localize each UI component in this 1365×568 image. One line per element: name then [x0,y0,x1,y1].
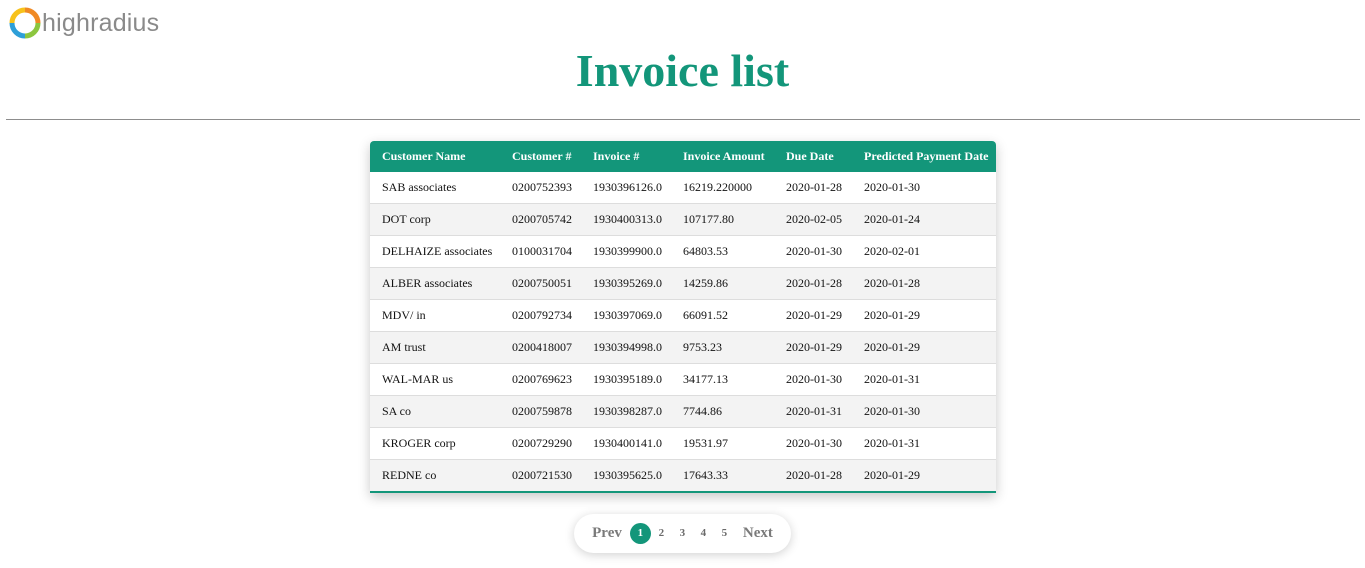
page-numbers: 12345 [629,523,735,544]
table-cell: 1930395189.0 [581,363,671,396]
table-cell: MDV/ in [370,299,500,332]
prev-button[interactable]: Prev [584,525,630,542]
next-button[interactable]: Next [735,525,781,542]
table-cell: 107177.80 [671,203,774,236]
table-cell: 2020-01-29 [852,459,996,491]
table-cell: 2020-01-31 [852,427,996,460]
table-cell: 2020-01-28 [774,172,852,204]
table-header-row: Customer Name Customer # Invoice # Invoice … [370,141,996,172]
column-header[interactable]: Invoice # [581,141,671,172]
column-header[interactable]: Predicted Payment Date [852,141,996,172]
table-row[interactable]: DELHAIZE associates 0100031704 1930399900.… [370,235,996,268]
column-header[interactable]: Due Date [774,141,852,172]
brand-name: highradius [42,9,160,37]
table-row[interactable]: SA co 0200759878 1930398287.0 7744.86 2020-0… [370,395,996,428]
table-cell: 2020-01-30 [774,235,852,268]
pagination: Prev 12345 Next [574,514,791,553]
column-header[interactable]: Invoice Amount [671,141,774,172]
table-cell: 0200750051 [500,267,581,300]
table-cell: 0200729290 [500,427,581,460]
table-cell: 1930400141.0 [581,427,671,460]
table-cell: 9753.23 [671,331,774,364]
table-body: SAB associates 0200752393 1930396126.0 1621… [370,172,996,491]
table-cell: 0200759878 [500,395,581,428]
table-cell: REDNE co [370,459,500,491]
page-number-button[interactable]: 1 [629,523,651,544]
table-cell: 2020-01-29 [852,299,996,332]
table-cell: 2020-01-30 [774,427,852,460]
table-cell: 34177.13 [671,363,774,396]
table-cell: 1930395269.0 [581,267,671,300]
table-cell: 66091.52 [671,299,774,332]
table-row[interactable]: REDNE co 0200721530 1930395625.0 17643.33 20… [370,459,996,491]
table-row[interactable]: SAB associates 0200752393 1930396126.0 1621… [370,172,996,204]
table-row[interactable]: KROGER corp 0200729290 1930400141.0 19531.9… [370,427,996,460]
table-row[interactable]: AM trust 0200418007 1930394998.0 9753.23 202… [370,331,996,364]
table-cell: SAB associates [370,172,500,204]
table-cell: 0200752393 [500,172,581,204]
table-cell: 17643.33 [671,459,774,491]
table-cell: 0200792734 [500,299,581,332]
table-row[interactable]: ALBER associates 0200750051 1930395269.0 14… [370,267,996,300]
table-cell: 2020-01-28 [852,267,996,300]
table-cell: 2020-01-30 [852,395,996,428]
table-cell: 2020-01-29 [774,331,852,364]
table-cell: 2020-01-28 [774,459,852,491]
page-number-button[interactable]: 5 [714,523,735,544]
column-header[interactable]: Customer Name [370,141,500,172]
invoice-table: Customer Name Customer # Invoice # Invoice … [370,141,996,491]
table-cell: 2020-02-01 [852,235,996,268]
table-cell: 2020-02-05 [774,203,852,236]
table-cell: 1930397069.0 [581,299,671,332]
table-cell: 64803.53 [671,235,774,268]
table-row[interactable]: WAL-MAR us 0200769623 1930395189.0 34177.13… [370,363,996,396]
page-title: Invoice list [575,45,790,96]
table-cell: 2020-01-30 [774,363,852,396]
brand-logo: highradius [9,5,159,41]
invoice-table-container: Customer Name Customer # Invoice # Invoice … [370,141,996,493]
header-divider [6,119,1360,120]
table-cell: 2020-01-28 [774,267,852,300]
table-cell: 1930398287.0 [581,395,671,428]
table-cell: 1930400313.0 [581,203,671,236]
table-cell: DELHAIZE associates [370,235,500,268]
table-cell: ALBER associates [370,267,500,300]
table-cell: 1930399900.0 [581,235,671,268]
table-cell: 2020-01-31 [852,363,996,396]
table-cell: 0200769623 [500,363,581,396]
table-row[interactable]: MDV/ in 0200792734 1930397069.0 66091.52 202… [370,299,996,332]
table-cell: 1930396126.0 [581,172,671,204]
table-cell: 14259.86 [671,267,774,300]
table-cell: 2020-01-29 [852,331,996,364]
table-cell: KROGER corp [370,427,500,460]
table-cell: SA co [370,395,500,428]
table-cell: 1930394998.0 [581,331,671,364]
table-cell: 2020-01-29 [774,299,852,332]
table-cell: DOT corp [370,203,500,236]
table-cell: 0200705742 [500,203,581,236]
highradius-logo-icon [9,7,41,39]
table-cell: 0200721530 [500,459,581,491]
table-cell: AM trust [370,331,500,364]
table-cell: WAL-MAR us [370,363,500,396]
table-cell: 0200418007 [500,331,581,364]
page-number-button[interactable]: 4 [693,523,714,544]
table-cell: 19531.97 [671,427,774,460]
table-cell: 2020-01-30 [852,172,996,204]
page-number-button[interactable]: 3 [672,523,693,544]
table-cell: 7744.86 [671,395,774,428]
page-number-button[interactable]: 2 [651,523,672,544]
table-cell: 0100031704 [500,235,581,268]
table-cell: 2020-01-24 [852,203,996,236]
table-row[interactable]: DOT corp 0200705742 1930400313.0 107177.80 2… [370,203,996,236]
table-cell: 16219.220000 [671,172,774,204]
column-header[interactable]: Customer # [500,141,581,172]
table-cell: 2020-01-31 [774,395,852,428]
table-cell: 1930395625.0 [581,459,671,491]
